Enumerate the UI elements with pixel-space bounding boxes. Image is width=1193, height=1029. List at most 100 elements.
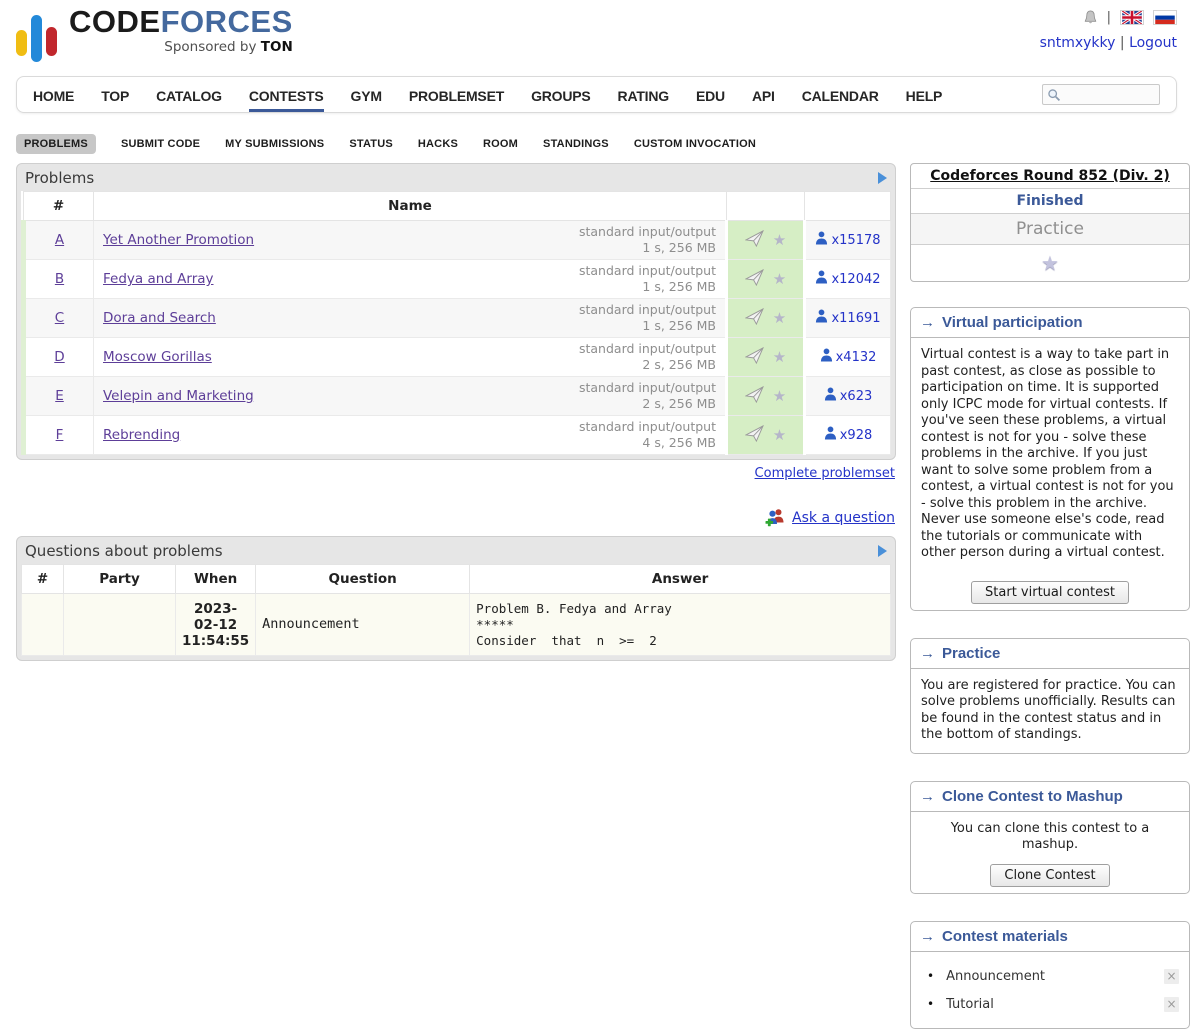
problem-letter-link[interactable]: B: [55, 271, 64, 287]
problem-name-link[interactable]: Yet Another Promotion: [103, 232, 254, 248]
problems-box: Problems # Name: [16, 163, 896, 460]
solved-count-link[interactable]: x15178: [831, 233, 880, 248]
problem-name-link[interactable]: Rebrending: [103, 427, 180, 443]
contest-favorite-star-icon[interactable]: ★: [1041, 251, 1059, 275]
questions-box-title: Questions about problems: [25, 542, 223, 560]
solved-count-link[interactable]: x11691: [831, 311, 880, 326]
clone-contest-button[interactable]: Clone Contest: [990, 864, 1109, 887]
paper-plane-icon[interactable]: [745, 308, 764, 329]
caption-arrow: →: [920, 314, 935, 331]
ru-flag-icon[interactable]: [1153, 10, 1177, 25]
contest-status: Finished: [911, 189, 1189, 214]
table-row: C Dora and Search standard input/output1…: [24, 299, 891, 338]
solved-count-link[interactable]: x4132: [836, 350, 877, 365]
contest-materials-box: → Contest materials • Announcement × • T…: [910, 921, 1190, 1029]
sidebar: Codeforces Round 852 (Div. 2) Finished P…: [910, 163, 1190, 1029]
table-row: B Fedya and Array standard input/output1…: [24, 260, 891, 299]
col-header-name: Name: [94, 192, 727, 221]
problem-letter-link[interactable]: F: [56, 427, 64, 443]
solved-person-icon: [820, 348, 833, 366]
nav-item-calendar[interactable]: CALENDAR: [802, 78, 879, 112]
nav-item-rating[interactable]: RATING: [618, 78, 669, 112]
expand-arrow-icon[interactable]: [878, 172, 887, 184]
solved-count-link[interactable]: x12042: [831, 272, 880, 287]
close-icon[interactable]: ×: [1164, 969, 1179, 984]
subnav-custom-invocation[interactable]: CUSTOM INVOCATION: [634, 138, 756, 150]
ask-question-row: Ask a question: [17, 508, 895, 527]
problem-name-link[interactable]: Velepin and Marketing: [103, 388, 254, 404]
nav-item-problemset[interactable]: PROBLEMSET: [409, 78, 504, 112]
codeforces-logo[interactable]: CODEFORCES Sponsored by TON: [16, 6, 346, 62]
language-row: |: [1040, 9, 1177, 26]
q-col-answer: Answer: [470, 565, 891, 594]
uk-flag-icon[interactable]: [1120, 10, 1144, 25]
logout-link[interactable]: Logout: [1129, 35, 1177, 51]
expand-arrow-icon[interactable]: [878, 545, 887, 557]
favorite-star-icon[interactable]: ★: [773, 309, 786, 327]
complete-problemset-row: Complete problemset: [17, 466, 895, 481]
nav-item-help[interactable]: HELP: [906, 78, 943, 112]
solved-count-link[interactable]: x928: [840, 428, 873, 443]
nav-item-contests[interactable]: CONTESTS: [249, 78, 324, 112]
logo-bars-icon: [16, 8, 57, 62]
paper-plane-icon[interactable]: [745, 347, 764, 368]
logo-code-text: CODE: [69, 4, 161, 39]
logo-forces-text: FORCES: [161, 4, 293, 39]
problem-letter-link[interactable]: C: [55, 310, 64, 326]
nav-item-edu[interactable]: EDU: [696, 78, 725, 112]
subnav-my-submissions[interactable]: MY SUBMISSIONS: [225, 138, 324, 150]
table-row: E Velepin and Marketing standard input/o…: [24, 377, 891, 416]
subnav-submit-code[interactable]: SUBMIT CODE: [121, 138, 200, 150]
contest-title-link[interactable]: Codeforces Round 852 (Div. 2): [930, 168, 1169, 184]
username-link[interactable]: sntmxykky: [1040, 35, 1116, 51]
nav-item-groups[interactable]: GROUPS: [531, 78, 590, 112]
favorite-star-icon[interactable]: ★: [773, 231, 786, 249]
paper-plane-icon[interactable]: [745, 230, 764, 251]
favorite-star-icon[interactable]: ★: [773, 387, 786, 405]
complete-problemset-link[interactable]: Complete problemset: [755, 466, 895, 481]
questions-table: # Party When Question Answer 2023-02-12 …: [21, 564, 891, 656]
problem-name-link[interactable]: Fedya and Array: [103, 271, 214, 287]
paper-plane-icon[interactable]: [745, 425, 764, 446]
contest-materials-title: Contest materials: [942, 928, 1068, 945]
material-announcement-link[interactable]: Announcement: [946, 969, 1045, 984]
solved-count-link[interactable]: x623: [840, 389, 873, 404]
ask-question-link[interactable]: Ask a question: [792, 510, 895, 526]
problem-letter-link[interactable]: E: [55, 388, 64, 404]
solved-person-icon: [815, 231, 828, 249]
favorite-star-icon[interactable]: ★: [773, 426, 786, 444]
nav-item-home[interactable]: HOME: [33, 78, 74, 112]
subnav-standings[interactable]: STANDINGS: [543, 138, 609, 150]
search-box: [1042, 84, 1160, 105]
paper-plane-icon[interactable]: [745, 386, 764, 407]
nav-item-gym[interactable]: GYM: [351, 78, 382, 112]
problem-name-link[interactable]: Dora and Search: [103, 310, 216, 326]
nav-item-api[interactable]: API: [752, 78, 775, 112]
table-row: A Yet Another Promotion standard input/o…: [24, 221, 891, 260]
nav-item-catalog[interactable]: CATALOG: [156, 78, 222, 112]
q-col-question: Question: [256, 565, 470, 594]
problem-name-link[interactable]: Moscow Gorillas: [103, 349, 212, 365]
problem-letter-link[interactable]: A: [55, 232, 64, 248]
problems-table: # Name A Yet Another Promotion standard …: [21, 191, 891, 455]
favorite-star-icon[interactable]: ★: [773, 270, 786, 288]
start-virtual-contest-button[interactable]: Start virtual contest: [971, 581, 1129, 604]
material-tutorial-link[interactable]: Tutorial: [946, 997, 994, 1012]
bell-icon[interactable]: [1083, 10, 1098, 26]
problem-letter-link[interactable]: D: [54, 349, 64, 365]
problems-box-title: Problems: [25, 169, 94, 187]
contest-subnav: PROBLEMS SUBMIT CODE MY SUBMISSIONS STAT…: [16, 134, 1177, 154]
subnav-hacks[interactable]: HACKS: [418, 138, 458, 150]
subnav-status[interactable]: STATUS: [349, 138, 393, 150]
nav-item-top[interactable]: TOP: [101, 78, 129, 112]
main-nav: HOME TOP CATALOG CONTESTS GYM PROBLEMSET…: [16, 76, 1177, 113]
close-icon[interactable]: ×: [1164, 997, 1179, 1012]
subnav-problems[interactable]: PROBLEMS: [16, 134, 96, 154]
paper-plane-icon[interactable]: [745, 269, 764, 290]
subnav-room[interactable]: ROOM: [483, 138, 518, 150]
clone-mashup-box: → Clone Contest to Mashup You can clone …: [910, 781, 1190, 894]
q-col-num: #: [22, 565, 64, 594]
col-header-num: #: [24, 192, 94, 221]
favorite-star-icon[interactable]: ★: [773, 348, 786, 366]
q-answer-cell: Problem B. Fedya and Array ***** Conside…: [470, 594, 891, 656]
